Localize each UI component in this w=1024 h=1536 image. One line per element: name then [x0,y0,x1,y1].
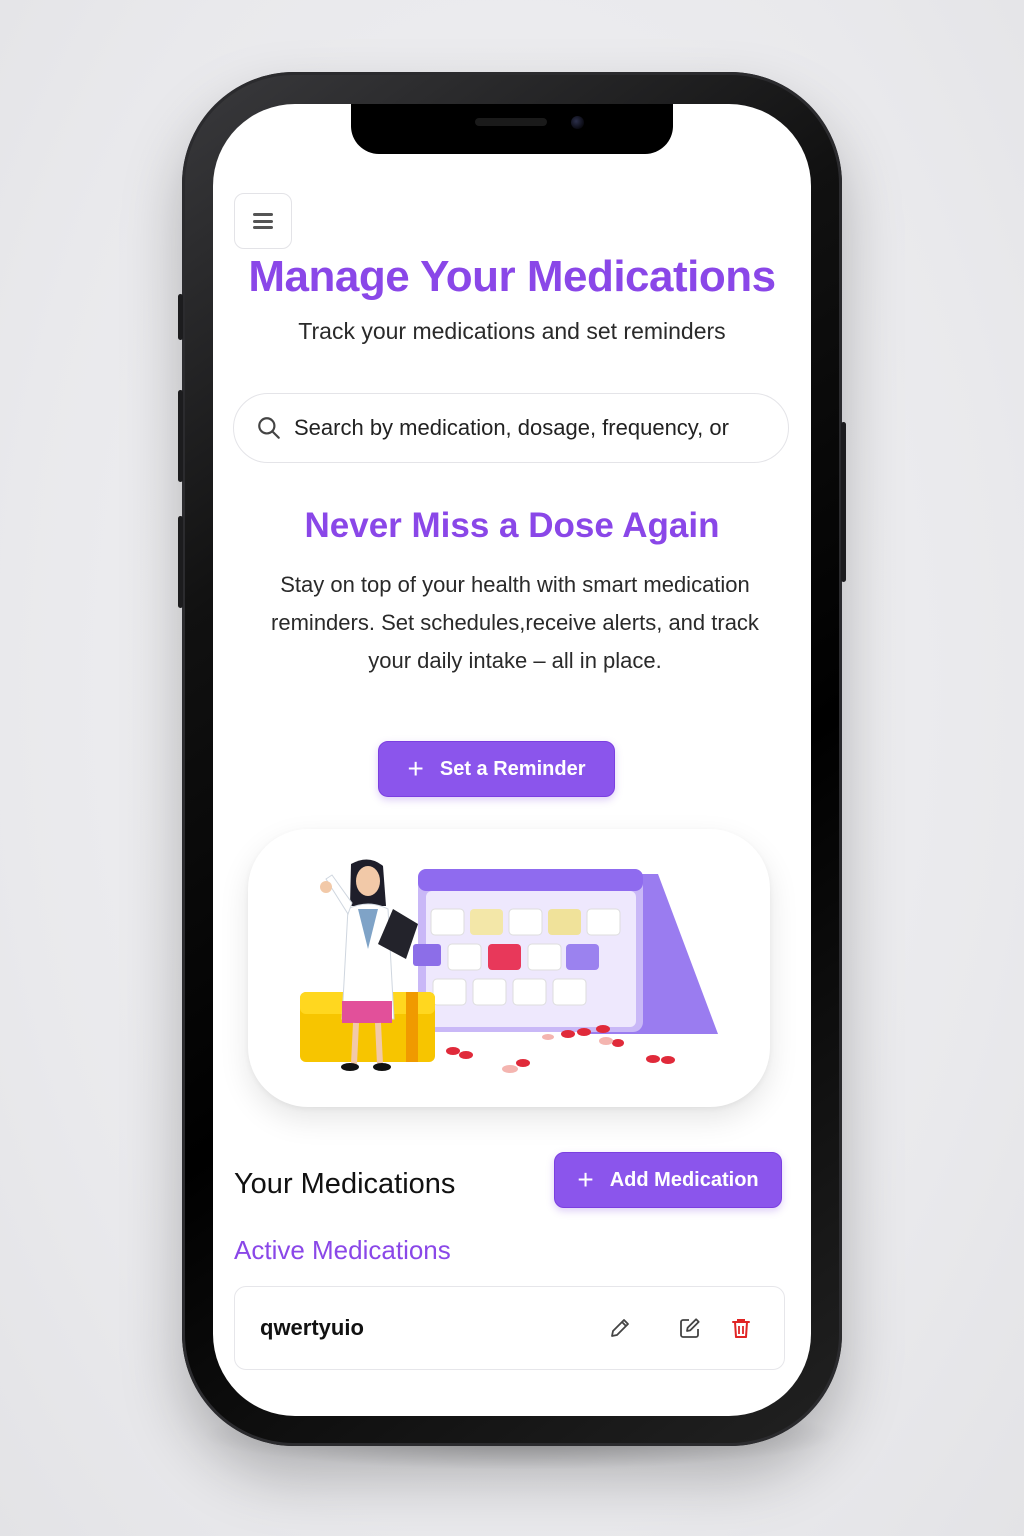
medication-card[interactable]: qwertyuio [234,1286,785,1370]
page-subtitle: Track your medications and set reminders [298,318,726,344]
medication-name: qwertyuio [260,1315,364,1340]
page-title: Manage Your Medications [248,252,776,301]
menu-icon [253,213,273,229]
search-input[interactable] [292,414,776,442]
search-icon [258,417,280,439]
volume-up-button [178,390,183,482]
section-title: Your Medications [234,1168,456,1200]
add-medication-label: Add Medication [609,1168,759,1191]
pencil-icon[interactable] [607,1315,633,1341]
camera-icon [571,116,584,129]
set-reminder-label: Set a Reminder [439,757,586,780]
volume-down-button [178,516,183,608]
plus-icon: + [577,1164,594,1195]
mute-switch [178,294,183,340]
doctor-calendar-illustration [300,859,718,1073]
trash-icon[interactable] [728,1315,754,1341]
menu-button[interactable] [234,193,292,249]
active-medications-title: Active Medications [234,1235,451,1265]
power-button [841,422,846,582]
app-screen: Manage Your Medications Track your medic… [213,104,811,1416]
set-reminder-button[interactable]: + Set a Reminder [378,741,615,797]
search-bar[interactable] [233,393,789,463]
add-medication-button[interactable]: + Add Medication [554,1152,782,1208]
illustration-card [248,829,770,1107]
hero-title: Never Miss a Dose Again [304,506,720,545]
hero-description: Stay on top of your health with smart me… [271,572,759,673]
edit-icon[interactable] [677,1315,703,1341]
speaker-grille [475,118,547,126]
notch [351,104,673,154]
plus-icon: + [407,753,424,784]
